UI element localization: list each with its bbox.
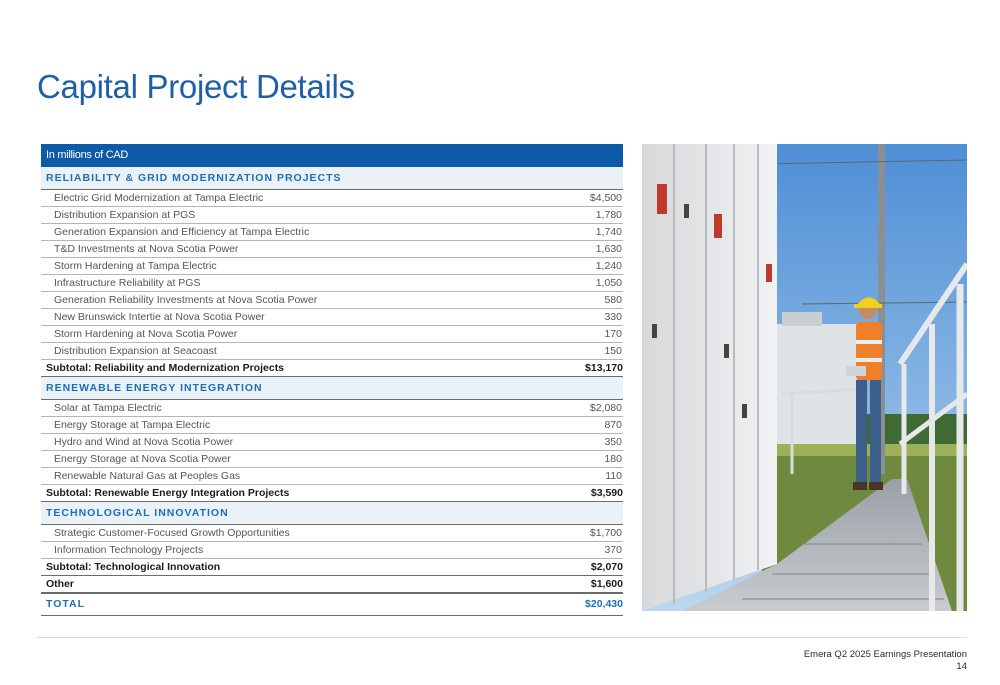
row-value: 1,240 (595, 260, 622, 272)
table-row: Hydro and Wind at Nova Scotia Power 350 (41, 434, 623, 451)
other-row: Other $1,600 (41, 576, 623, 593)
subtotal-value: $2,070 (590, 561, 623, 573)
row-value: 170 (604, 328, 622, 340)
row-label: Renewable Natural Gas at Peoples Gas (54, 470, 241, 482)
row-value: 110 (605, 470, 622, 482)
footer: Emera Q2 2025 Earnings Presentation 14 (804, 649, 967, 673)
subtotal-label: Subtotal: Reliability and Modernization … (46, 362, 285, 374)
row-label: Generation Expansion and Efficiency at T… (54, 226, 310, 238)
presentation-name: Emera Q2 2025 Earnings Presentation (803, 649, 967, 660)
total-label: TOTAL (46, 598, 86, 610)
row-value: $2,080 (589, 402, 622, 414)
table-row: Generation Expansion and Efficiency at T… (41, 224, 623, 241)
row-label: Distribution Expansion at Seacoast (54, 345, 217, 357)
subtotal-row-technological: Subtotal: Technological Innovation $2,070 (41, 559, 623, 576)
row-value: 1,780 (595, 209, 622, 221)
row-label: T&D Investments at Nova Scotia Power (54, 243, 239, 255)
table-header: In millions of CAD (41, 144, 623, 167)
table-row: Renewable Natural Gas at Peoples Gas 110 (41, 468, 623, 485)
table-row: Infrastructure Reliability at PGS 1,050 (41, 275, 623, 292)
total-row: TOTAL $20,430 (41, 593, 623, 616)
table-row: Strategic Customer-Focused Growth Opport… (41, 525, 623, 542)
subtotal-row-renewable: Subtotal: Renewable Energy Integration P… (41, 485, 623, 502)
table-row: New Brunswick Intertie at Nova Scotia Po… (41, 309, 623, 326)
row-value: $1,700 (589, 527, 622, 539)
row-label: Strategic Customer-Focused Growth Opport… (54, 527, 290, 539)
row-label: Infrastructure Reliability at PGS (54, 277, 201, 289)
row-label: Information Technology Projects (54, 544, 204, 556)
section-heading-reliability: RELIABILITY & GRID MODERNIZATION PROJECT… (41, 167, 623, 190)
row-value: 870 (604, 419, 622, 431)
row-value: 180 (604, 453, 622, 465)
section-heading-technological: TECHNOLOGICAL INNOVATION (41, 502, 623, 525)
table-row: Information Technology Projects 370 (41, 542, 623, 559)
row-label: Storm Hardening at Nova Scotia Power (54, 328, 238, 340)
other-value: $1,600 (590, 578, 623, 590)
table-row: Generation Reliability Investments at No… (41, 292, 623, 309)
table-row: Energy Storage at Nova Scotia Power 180 (41, 451, 623, 468)
row-value: 370 (604, 544, 622, 556)
row-label: Storm Hardening at Tampa Electric (54, 260, 217, 272)
table-row: Storm Hardening at Nova Scotia Power 170 (41, 326, 623, 343)
row-value: 150 (604, 345, 622, 357)
table-row: Distribution Expansion at Seacoast 150 (41, 343, 623, 360)
footer-divider (37, 637, 967, 638)
row-value: 1,630 (595, 243, 622, 255)
subtotal-row-reliability: Subtotal: Reliability and Modernization … (41, 360, 623, 377)
substation-worker-photo (642, 144, 967, 611)
photo-illustration (642, 144, 967, 611)
total-value: $20,430 (585, 598, 623, 610)
row-label: Energy Storage at Nova Scotia Power (54, 453, 231, 465)
row-value: 350 (604, 436, 622, 448)
table-row: Electric Grid Modernization at Tampa Ele… (41, 190, 623, 207)
table-row: Storm Hardening at Tampa Electric 1,240 (41, 258, 623, 275)
section-heading-renewable: RENEWABLE ENERGY INTEGRATION (41, 377, 623, 400)
row-label: Hydro and Wind at Nova Scotia Power (54, 436, 234, 448)
subtotal-label: Subtotal: Technological Innovation (46, 561, 221, 573)
row-value: 1,740 (595, 226, 622, 238)
row-value: $4,500 (589, 192, 622, 204)
page-number: 14 (956, 661, 967, 672)
page-title: Capital Project Details (37, 68, 355, 105)
subtotal-value: $13,170 (585, 362, 623, 374)
row-value: 330 (604, 311, 622, 323)
row-label: Energy Storage at Tampa Electric (54, 419, 211, 431)
row-label: Distribution Expansion at PGS (54, 209, 196, 221)
row-value: 1,050 (595, 277, 622, 289)
row-value: 580 (604, 294, 622, 306)
capital-projects-table: In millions of CAD RELIABILITY & GRID MO… (41, 144, 623, 616)
table-row: Energy Storage at Tampa Electric 870 (41, 417, 623, 434)
other-label: Other (46, 578, 75, 590)
subtotal-value: $3,590 (590, 487, 623, 499)
row-label: New Brunswick Intertie at Nova Scotia Po… (54, 311, 265, 323)
row-label: Generation Reliability Investments at No… (54, 294, 318, 306)
row-label: Solar at Tampa Electric (54, 402, 162, 414)
row-label: Electric Grid Modernization at Tampa Ele… (54, 192, 264, 204)
subtotal-label: Subtotal: Renewable Energy Integration P… (46, 487, 290, 499)
table-row: Solar at Tampa Electric $2,080 (41, 400, 623, 417)
table-row: T&D Investments at Nova Scotia Power 1,63… (41, 241, 623, 258)
table-row: Distribution Expansion at PGS 1,780 (41, 207, 623, 224)
